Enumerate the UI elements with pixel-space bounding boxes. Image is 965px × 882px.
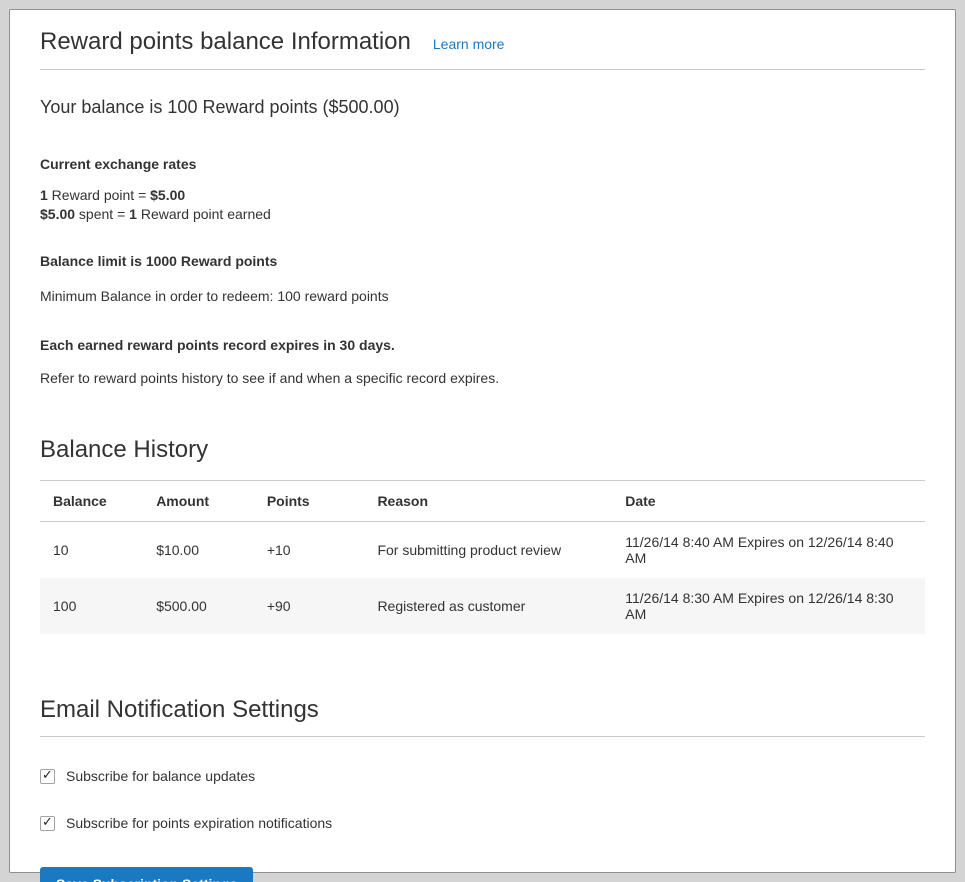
table-header-row: Balance Amount Points Reason Date [40,481,925,522]
table-row: 100 $500.00 +90 Registered as customer 1… [40,578,925,634]
email-settings-divider [40,736,925,737]
column-header-amount: Amount [146,481,257,522]
page-background: { "colors": { "accent": "#1979c3", "text… [0,0,965,882]
page-title: Reward points balance Information [40,28,411,56]
expiration-notifications-option: Subscribe for points expiration notifica… [40,815,925,831]
balance-updates-label: Subscribe for balance updates [66,768,255,784]
balance-updates-option: Subscribe for balance updates [40,768,925,784]
table-row: 10 $10.00 +10 For submitting product rev… [40,522,925,579]
table-body: 10 $10.00 +10 For submitting product rev… [40,522,925,635]
column-header-date: Date [615,481,925,522]
expiration-notifications-label: Subscribe for points expiration notifica… [66,815,332,831]
balance-summary: Your balance is 100 Reward points ($500.… [40,98,925,117]
expiry-text: Each earned reward points record expires… [40,336,925,355]
cell-points: +10 [257,522,368,579]
expiry-note-text: Refer to reward points history to see if… [40,369,925,388]
expiration-notifications-checkbox[interactable] [40,816,55,831]
cell-balance: 100 [40,578,146,634]
balance-history-table: Balance Amount Points Reason Date 10 $10… [40,480,925,634]
cell-points: +90 [257,578,368,634]
save-subscription-settings-button[interactable]: Save Subscription Settings [40,867,253,882]
exchange-rates-heading: Current exchange rates [40,155,925,174]
exchange-rate-line-1: 1 Reward point = $5.00 [40,187,185,203]
exchange-rate-line-2: $5.00 spent = 1 Reward point earned [40,206,271,222]
cell-balance: 10 [40,522,146,579]
cell-reason: For submitting product review [367,522,615,579]
reward-points-card: Reward points balance Information Learn … [9,9,956,873]
exchange-rate-lines: 1 Reward point = $5.00 $5.00 spent = 1 R… [40,186,925,224]
cell-amount: $10.00 [146,522,257,579]
balance-history-title: Balance History [40,436,925,464]
email-settings-title: Email Notification Settings [40,696,925,724]
column-header-points: Points [257,481,368,522]
balance-updates-checkbox[interactable] [40,769,55,784]
page-header: Reward points balance Information Learn … [40,28,925,56]
table-header: Balance Amount Points Reason Date [40,481,925,522]
cell-reason: Registered as customer [367,578,615,634]
cell-date: 11/26/14 8:40 AM Expires on 12/26/14 8:4… [615,522,925,579]
learn-more-link[interactable]: Learn more [433,36,505,52]
cell-date: 11/26/14 8:30 AM Expires on 12/26/14 8:3… [615,578,925,634]
header-divider [40,69,925,70]
column-header-reason: Reason [367,481,615,522]
column-header-balance: Balance [40,481,146,522]
minimum-balance-text: Minimum Balance in order to redeem: 100 … [40,287,925,306]
balance-limit-text: Balance limit is 1000 Reward points [40,252,925,271]
cell-amount: $500.00 [146,578,257,634]
